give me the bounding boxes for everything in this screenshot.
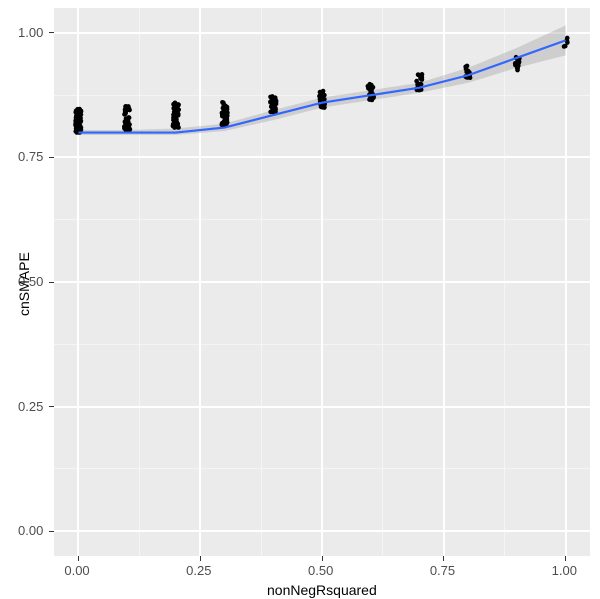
x-axis-title: nonNegRsquared [267,582,377,598]
confidence-ribbon [78,25,565,135]
plot-svg [0,0,600,599]
scatter-points [73,36,569,135]
chart-container: 0.000.250.500.751.000.000.250.500.751.00… [0,0,600,599]
y-axis-title: cnSMAPE [16,252,32,316]
smooth-line [78,40,565,132]
